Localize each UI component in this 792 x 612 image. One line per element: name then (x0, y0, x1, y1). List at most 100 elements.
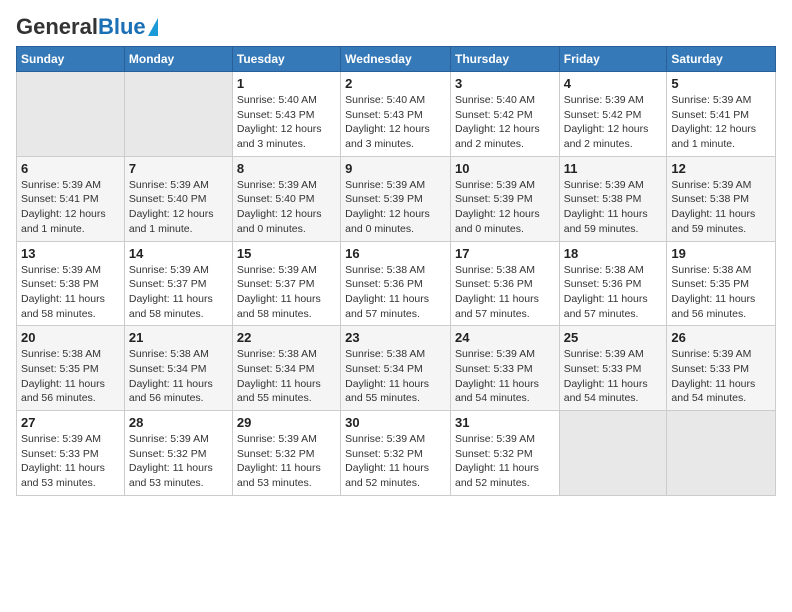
day-info: Sunrise: 5:39 AM Sunset: 5:38 PM Dayligh… (21, 263, 120, 322)
day-info: Sunrise: 5:39 AM Sunset: 5:33 PM Dayligh… (21, 432, 120, 491)
day-number: 24 (455, 330, 555, 345)
day-number: 22 (237, 330, 336, 345)
calendar-cell: 12Sunrise: 5:39 AM Sunset: 5:38 PM Dayli… (667, 156, 776, 241)
calendar-cell: 30Sunrise: 5:39 AM Sunset: 5:32 PM Dayli… (341, 411, 451, 496)
day-number: 28 (129, 415, 228, 430)
calendar-cell: 27Sunrise: 5:39 AM Sunset: 5:33 PM Dayli… (17, 411, 125, 496)
day-number: 3 (455, 76, 555, 91)
calendar-cell: 8Sunrise: 5:39 AM Sunset: 5:40 PM Daylig… (232, 156, 340, 241)
header-row: SundayMondayTuesdayWednesdayThursdayFrid… (17, 47, 776, 72)
day-info: Sunrise: 5:39 AM Sunset: 5:41 PM Dayligh… (21, 178, 120, 237)
column-header-thursday: Thursday (450, 47, 559, 72)
day-info: Sunrise: 5:39 AM Sunset: 5:33 PM Dayligh… (671, 347, 771, 406)
calendar-cell: 17 Sunrise: 5:38 AM Sunset: 5:36 PM Dayli… (450, 241, 559, 326)
day-info: Sunrise: 5:39 AM Sunset: 5:41 PM Dayligh… (671, 93, 771, 152)
day-number: 5 (671, 76, 771, 91)
day-info: Sunrise: 5:39 AM Sunset: 5:38 PM Dayligh… (671, 178, 771, 237)
calendar-cell: 24 Sunrise: 5:39 AM Sunset: 5:33 PM Dayli… (450, 326, 559, 411)
calendar-cell: 11 Sunrise: 5:39 AM Sunset: 5:38 PM Dayli… (559, 156, 667, 241)
calendar-cell (124, 72, 232, 157)
logo: GeneralBlue (16, 16, 158, 38)
day-info: Sunrise: 5:38 AM Sunset: 5:34 PM Dayligh… (129, 347, 228, 406)
column-header-wednesday: Wednesday (341, 47, 451, 72)
day-info: Sunrise: 5:39 AM Sunset: 5:39 PM Dayligh… (345, 178, 446, 237)
day-number: 8 (237, 161, 336, 176)
day-number: 26 (671, 330, 771, 345)
day-number: 10 (455, 161, 555, 176)
day-info: Sunrise: 5:38 AM Sunset: 5:34 PM Dayligh… (237, 347, 336, 406)
day-number: 19 (671, 246, 771, 261)
day-info: Sunrise: 5:39 AM Sunset: 5:32 PM Dayligh… (237, 432, 336, 491)
calendar-cell: 3 Sunrise: 5:40 AM Sunset: 5:42 PM Daylig… (450, 72, 559, 157)
logo-text: GeneralBlue (16, 16, 146, 38)
day-number: 15 (237, 246, 336, 261)
calendar-cell: 5 Sunrise: 5:39 AM Sunset: 5:41 PM Daylig… (667, 72, 776, 157)
calendar-cell: 26 Sunrise: 5:39 AM Sunset: 5:33 PM Dayli… (667, 326, 776, 411)
day-info: Sunrise: 5:39 AM Sunset: 5:32 PM Dayligh… (129, 432, 228, 491)
day-number: 25 (564, 330, 663, 345)
week-row-1: 1 Sunrise: 5:40 AM Sunset: 5:43 PM Daylig… (17, 72, 776, 157)
week-row-3: 13 Sunrise: 5:39 AM Sunset: 5:38 PM Dayli… (17, 241, 776, 326)
day-info: Sunrise: 5:39 AM Sunset: 5:33 PM Dayligh… (455, 347, 555, 406)
logo-blue: Blue (98, 14, 146, 39)
calendar-cell: 2 Sunrise: 5:40 AM Sunset: 5:43 PM Daylig… (341, 72, 451, 157)
calendar-cell: 23 Sunrise: 5:38 AM Sunset: 5:34 PM Dayli… (341, 326, 451, 411)
day-number: 16 (345, 246, 446, 261)
week-row-4: 20Sunrise: 5:38 AM Sunset: 5:35 PM Dayli… (17, 326, 776, 411)
column-header-friday: Friday (559, 47, 667, 72)
calendar-cell (17, 72, 125, 157)
day-number: 23 (345, 330, 446, 345)
day-info: Sunrise: 5:39 AM Sunset: 5:33 PM Dayligh… (564, 347, 663, 406)
day-number: 21 (129, 330, 228, 345)
day-info: Sunrise: 5:39 AM Sunset: 5:40 PM Dayligh… (129, 178, 228, 237)
day-info: Sunrise: 5:38 AM Sunset: 5:36 PM Dayligh… (455, 263, 555, 322)
logo-general: General (16, 14, 98, 39)
day-number: 17 (455, 246, 555, 261)
day-info: Sunrise: 5:38 AM Sunset: 5:34 PM Dayligh… (345, 347, 446, 406)
calendar-cell: 15Sunrise: 5:39 AM Sunset: 5:37 PM Dayli… (232, 241, 340, 326)
calendar-cell: 19Sunrise: 5:38 AM Sunset: 5:35 PM Dayli… (667, 241, 776, 326)
week-row-5: 27Sunrise: 5:39 AM Sunset: 5:33 PM Dayli… (17, 411, 776, 496)
calendar-cell: 6 Sunrise: 5:39 AM Sunset: 5:41 PM Daylig… (17, 156, 125, 241)
calendar-cell: 29 Sunrise: 5:39 AM Sunset: 5:32 PM Dayli… (232, 411, 340, 496)
calendar-table: SundayMondayTuesdayWednesdayThursdayFrid… (16, 46, 776, 496)
day-number: 2 (345, 76, 446, 91)
day-number: 14 (129, 246, 228, 261)
calendar-cell: 16Sunrise: 5:38 AM Sunset: 5:36 PM Dayli… (341, 241, 451, 326)
calendar-cell (667, 411, 776, 496)
day-number: 1 (237, 76, 336, 91)
day-info: Sunrise: 5:40 AM Sunset: 5:42 PM Dayligh… (455, 93, 555, 152)
calendar-cell: 21 Sunrise: 5:38 AM Sunset: 5:34 PM Dayli… (124, 326, 232, 411)
day-number: 18 (564, 246, 663, 261)
day-info: Sunrise: 5:39 AM Sunset: 5:32 PM Dayligh… (345, 432, 446, 491)
calendar-cell: 7Sunrise: 5:39 AM Sunset: 5:40 PM Daylig… (124, 156, 232, 241)
day-info: Sunrise: 5:38 AM Sunset: 5:36 PM Dayligh… (564, 263, 663, 322)
day-info: Sunrise: 5:39 AM Sunset: 5:37 PM Dayligh… (129, 263, 228, 322)
calendar-cell: 22 Sunrise: 5:38 AM Sunset: 5:34 PM Dayli… (232, 326, 340, 411)
day-number: 29 (237, 415, 336, 430)
day-info: Sunrise: 5:40 AM Sunset: 5:43 PM Dayligh… (345, 93, 446, 152)
calendar-cell (559, 411, 667, 496)
logo-triangle-icon (148, 18, 158, 36)
day-number: 13 (21, 246, 120, 261)
calendar-cell: 14 Sunrise: 5:39 AM Sunset: 5:37 PM Dayli… (124, 241, 232, 326)
week-row-2: 6 Sunrise: 5:39 AM Sunset: 5:41 PM Daylig… (17, 156, 776, 241)
day-number: 11 (564, 161, 663, 176)
day-number: 20 (21, 330, 120, 345)
calendar-cell: 18 Sunrise: 5:38 AM Sunset: 5:36 PM Dayli… (559, 241, 667, 326)
column-header-saturday: Saturday (667, 47, 776, 72)
column-header-sunday: Sunday (17, 47, 125, 72)
day-info: Sunrise: 5:40 AM Sunset: 5:43 PM Dayligh… (237, 93, 336, 152)
day-info: Sunrise: 5:39 AM Sunset: 5:38 PM Dayligh… (564, 178, 663, 237)
day-number: 4 (564, 76, 663, 91)
calendar-cell: 1 Sunrise: 5:40 AM Sunset: 5:43 PM Daylig… (232, 72, 340, 157)
calendar-cell: 4 Sunrise: 5:39 AM Sunset: 5:42 PM Daylig… (559, 72, 667, 157)
day-info: Sunrise: 5:39 AM Sunset: 5:39 PM Dayligh… (455, 178, 555, 237)
calendar-cell: 20Sunrise: 5:38 AM Sunset: 5:35 PM Dayli… (17, 326, 125, 411)
day-info: Sunrise: 5:39 AM Sunset: 5:42 PM Dayligh… (564, 93, 663, 152)
calendar-cell: 13 Sunrise: 5:39 AM Sunset: 5:38 PM Dayli… (17, 241, 125, 326)
column-header-monday: Monday (124, 47, 232, 72)
day-number: 6 (21, 161, 120, 176)
page-header: GeneralBlue (16, 16, 776, 38)
calendar-cell: 28 Sunrise: 5:39 AM Sunset: 5:32 PM Dayli… (124, 411, 232, 496)
